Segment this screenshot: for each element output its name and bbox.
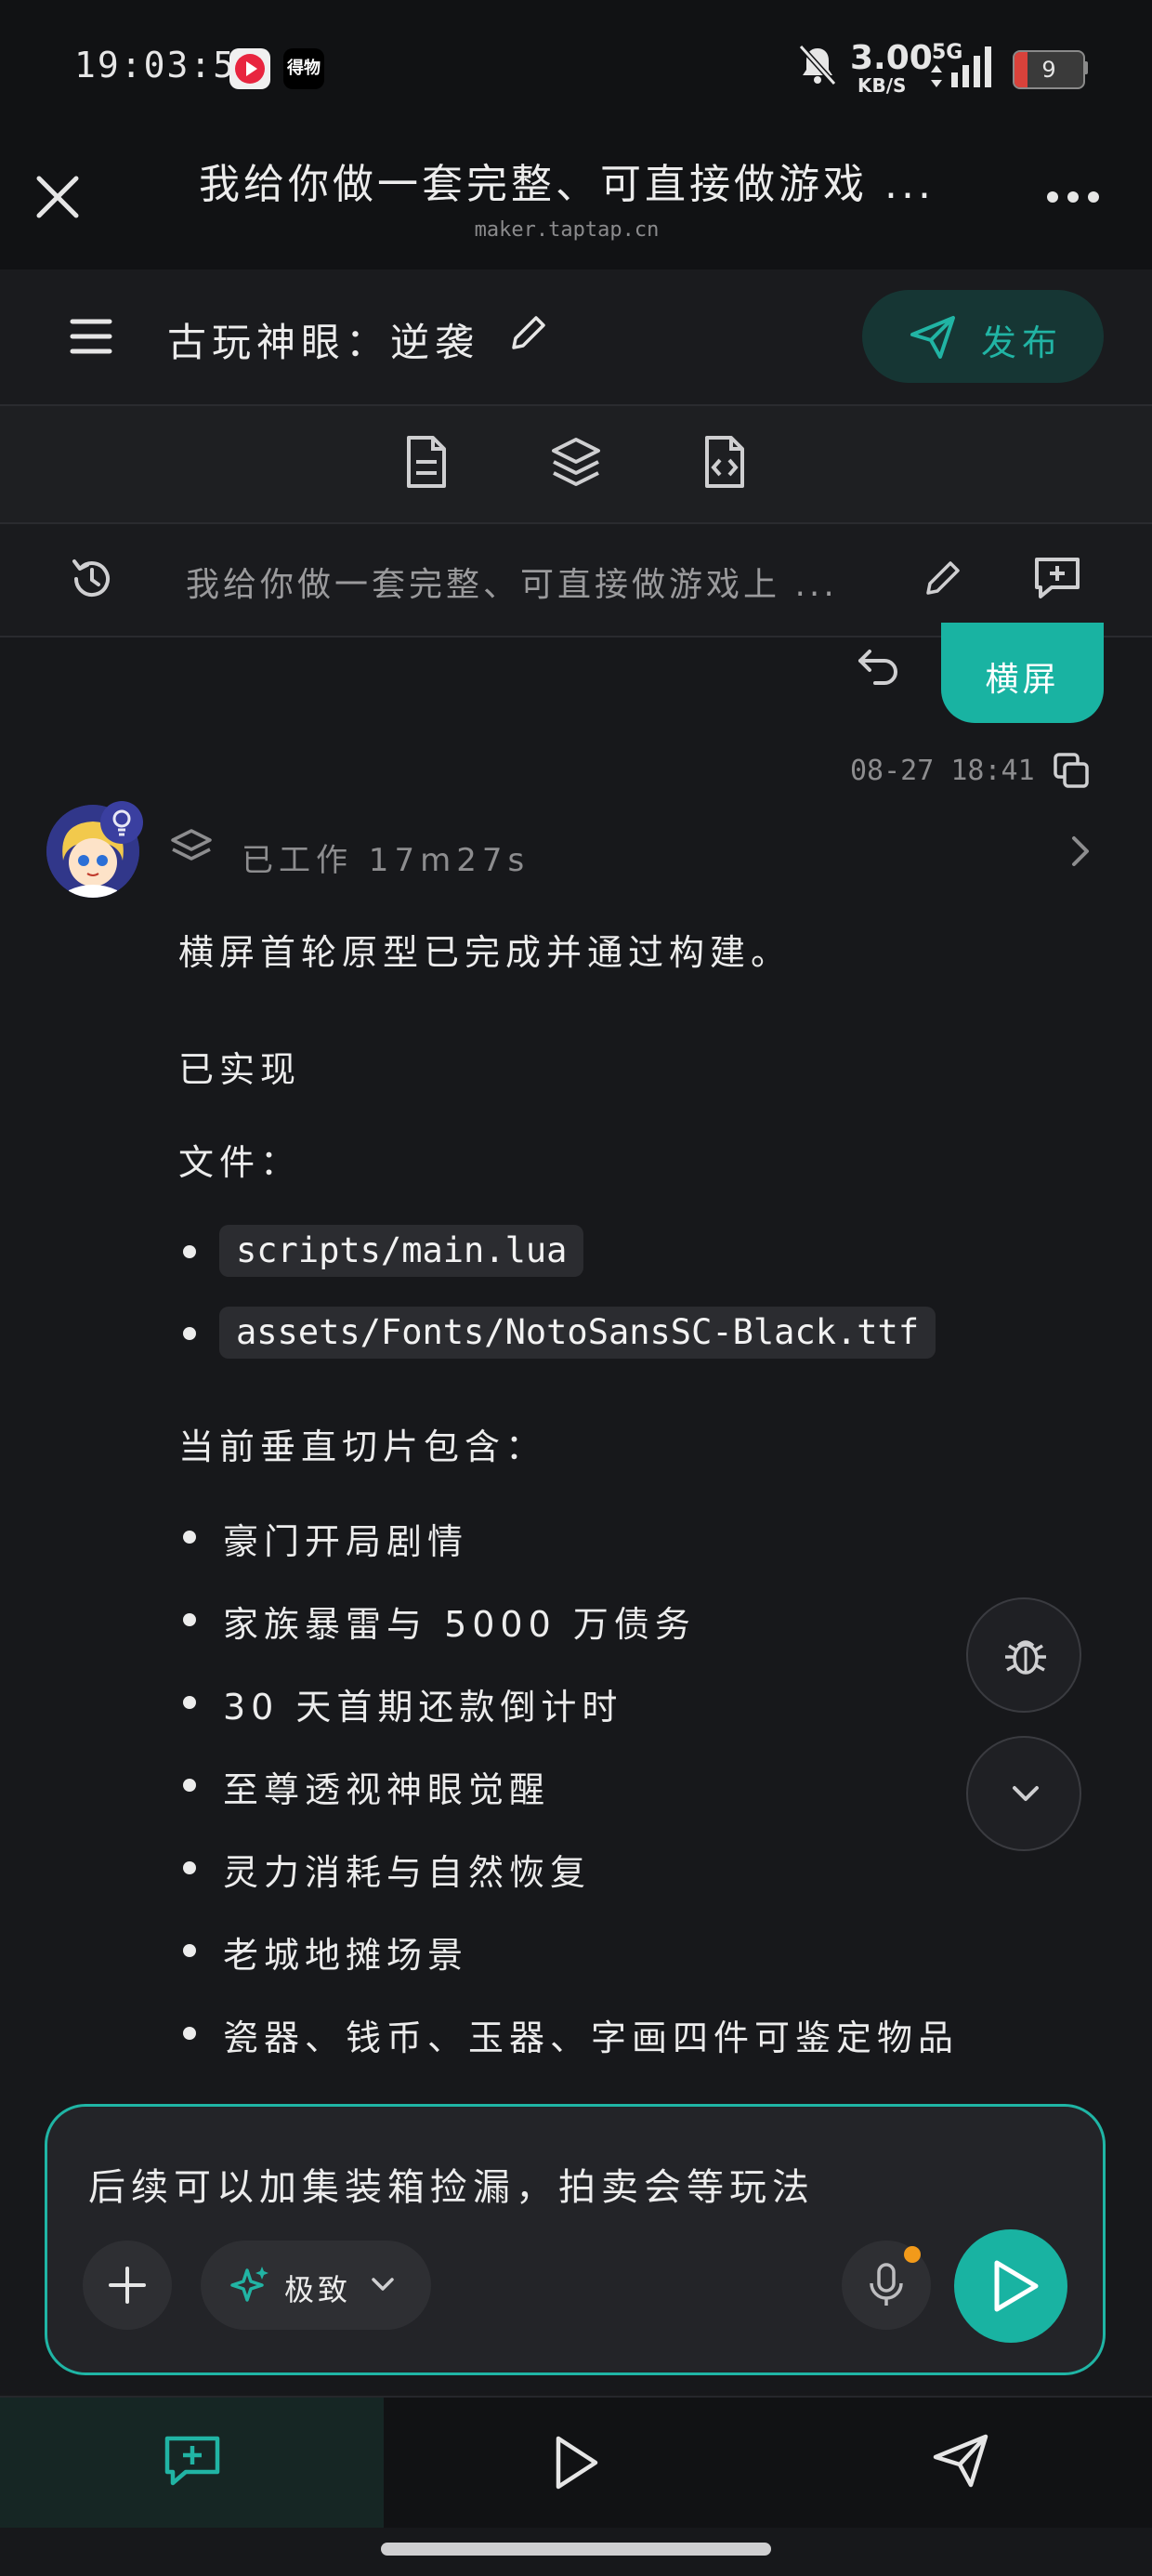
send-plane-icon xyxy=(932,2433,989,2489)
microphone-icon xyxy=(866,2261,907,2309)
toolbar xyxy=(0,406,1152,524)
sparkle-icon xyxy=(227,2263,271,2307)
plus-icon xyxy=(105,2263,150,2307)
undo-icon[interactable] xyxy=(857,646,901,687)
title-bar: 我给你做一套完整、可直接做游戏 ... maker.taptap.cn xyxy=(0,130,1152,269)
chevron-down-icon xyxy=(1007,1781,1044,1808)
data-arrows-icon xyxy=(929,65,944,87)
message-timestamp: 08-27 18:41 xyxy=(850,755,1035,787)
play-icon xyxy=(549,2433,603,2492)
file-path: scripts/main.lua xyxy=(219,1225,584,1277)
code-file-icon[interactable] xyxy=(701,434,748,490)
message-input[interactable]: 后续可以加集装箱捡漏，拍卖会等玩法 xyxy=(88,2157,815,2211)
play-send-icon xyxy=(988,2257,1043,2315)
page-title: 我给你做一套完整、可直接做游戏 ... xyxy=(199,161,935,208)
list-bullet xyxy=(183,1696,196,1709)
ai-intro: 横屏首轮原型已完成并通过构建。 xyxy=(178,932,792,973)
list-bullet xyxy=(183,1531,196,1544)
home-indicator[interactable] xyxy=(381,2543,771,2556)
chat-icon xyxy=(162,2433,223,2491)
mode-selector[interactable]: 极致 xyxy=(201,2241,431,2330)
mute-icon xyxy=(797,43,838,87)
bottom-nav xyxy=(0,2396,1152,2528)
user-message-bubble: 横屏 xyxy=(941,623,1104,723)
chevron-right-icon[interactable] xyxy=(1067,833,1094,870)
history-icon[interactable] xyxy=(69,556,115,602)
new-chat-icon[interactable] xyxy=(1031,554,1083,602)
debug-button[interactable] xyxy=(966,1597,1081,1713)
list-bullet xyxy=(183,1779,196,1792)
list-item: 老城地摊场景 xyxy=(223,1935,469,1976)
more-icon[interactable] xyxy=(1041,178,1106,216)
list-bullet xyxy=(183,1327,196,1340)
edit-project-name-icon[interactable] xyxy=(506,312,549,355)
project-name: 古玩神眼：逆袭 xyxy=(167,320,480,365)
layers-icon[interactable] xyxy=(550,436,602,488)
nav-tab-chat[interactable] xyxy=(0,2398,384,2528)
project-header: 古玩神眼：逆袭 发布 xyxy=(0,269,1152,406)
list-item: 灵力消耗与自然恢复 xyxy=(223,1852,592,1893)
list-bullet xyxy=(183,2027,196,2040)
work-status: 已工作 17m27s xyxy=(242,842,530,879)
recording-indicator xyxy=(904,2246,921,2263)
ai-files-heading: 文件： xyxy=(178,1142,302,1183)
list-bullet xyxy=(183,1245,196,1258)
user-message-text: 横屏 xyxy=(985,661,1060,699)
mode-label: 极致 xyxy=(284,2272,352,2307)
list-bullet xyxy=(183,1861,196,1874)
edit-session-icon[interactable] xyxy=(923,558,963,598)
copy-icon[interactable] xyxy=(1052,751,1091,790)
signal-icon xyxy=(949,45,994,87)
net-speed-unit: KB/S xyxy=(857,74,907,97)
close-icon[interactable] xyxy=(28,167,87,227)
list-bullet xyxy=(183,1613,196,1626)
session-bar: 我给你做一套完整、可直接做游戏上 ... xyxy=(0,524,1152,637)
dewu-app-icon: 得物 xyxy=(283,48,324,89)
list-item: 30 天首期还款倒计时 xyxy=(223,1687,623,1728)
list-item: 豪门开局剧情 xyxy=(223,1521,469,1562)
status-bar: 19:03:58 得物 3.00 KB/S 5G 9 xyxy=(0,0,1152,130)
list-item: 瓷器、钱币、玉器、字画四件可鉴定物品 xyxy=(223,2017,960,2058)
nav-tab-play[interactable] xyxy=(384,2398,768,2528)
slice-heading: 当前垂直切片包含： xyxy=(178,1426,547,1467)
list-item: 家族暴雷与 5000 万债务 xyxy=(223,1604,696,1645)
session-title[interactable]: 我给你做一套完整、可直接做游戏上 ... xyxy=(186,558,873,606)
battery-text: 9 xyxy=(1041,57,1056,83)
chevron-down-icon xyxy=(368,2272,398,2298)
net-speed: 3.00 xyxy=(850,39,933,77)
add-attachment-button[interactable] xyxy=(83,2241,172,2330)
ai-done-heading: 已实现 xyxy=(178,1049,302,1090)
video-app-icon xyxy=(229,48,270,89)
menu-icon[interactable] xyxy=(67,314,115,359)
bug-icon xyxy=(1000,1629,1052,1681)
send-plane-icon xyxy=(909,314,957,361)
publish-button[interactable]: 发布 xyxy=(862,290,1104,383)
file-path: assets/Fonts/NotoSansSC-Black.ttf xyxy=(219,1307,936,1359)
nav-tab-publish[interactable] xyxy=(768,2398,1152,2528)
send-button[interactable] xyxy=(954,2229,1067,2343)
idea-badge-icon xyxy=(100,801,143,844)
list-bullet xyxy=(183,1944,196,1957)
battery-cap xyxy=(1083,61,1088,74)
layers-status-icon xyxy=(169,827,214,870)
publish-label: 发布 xyxy=(981,322,1064,363)
page-url: maker.taptap.cn xyxy=(474,218,660,242)
document-icon[interactable] xyxy=(403,434,450,490)
message-composer: 后续可以加集装箱捡漏，拍卖会等玩法 极致 xyxy=(45,2104,1106,2375)
scroll-down-button[interactable] xyxy=(966,1736,1081,1851)
battery-indicator: 9 xyxy=(1013,50,1085,89)
list-item: 至尊透视神眼觉醒 xyxy=(223,1769,551,1810)
